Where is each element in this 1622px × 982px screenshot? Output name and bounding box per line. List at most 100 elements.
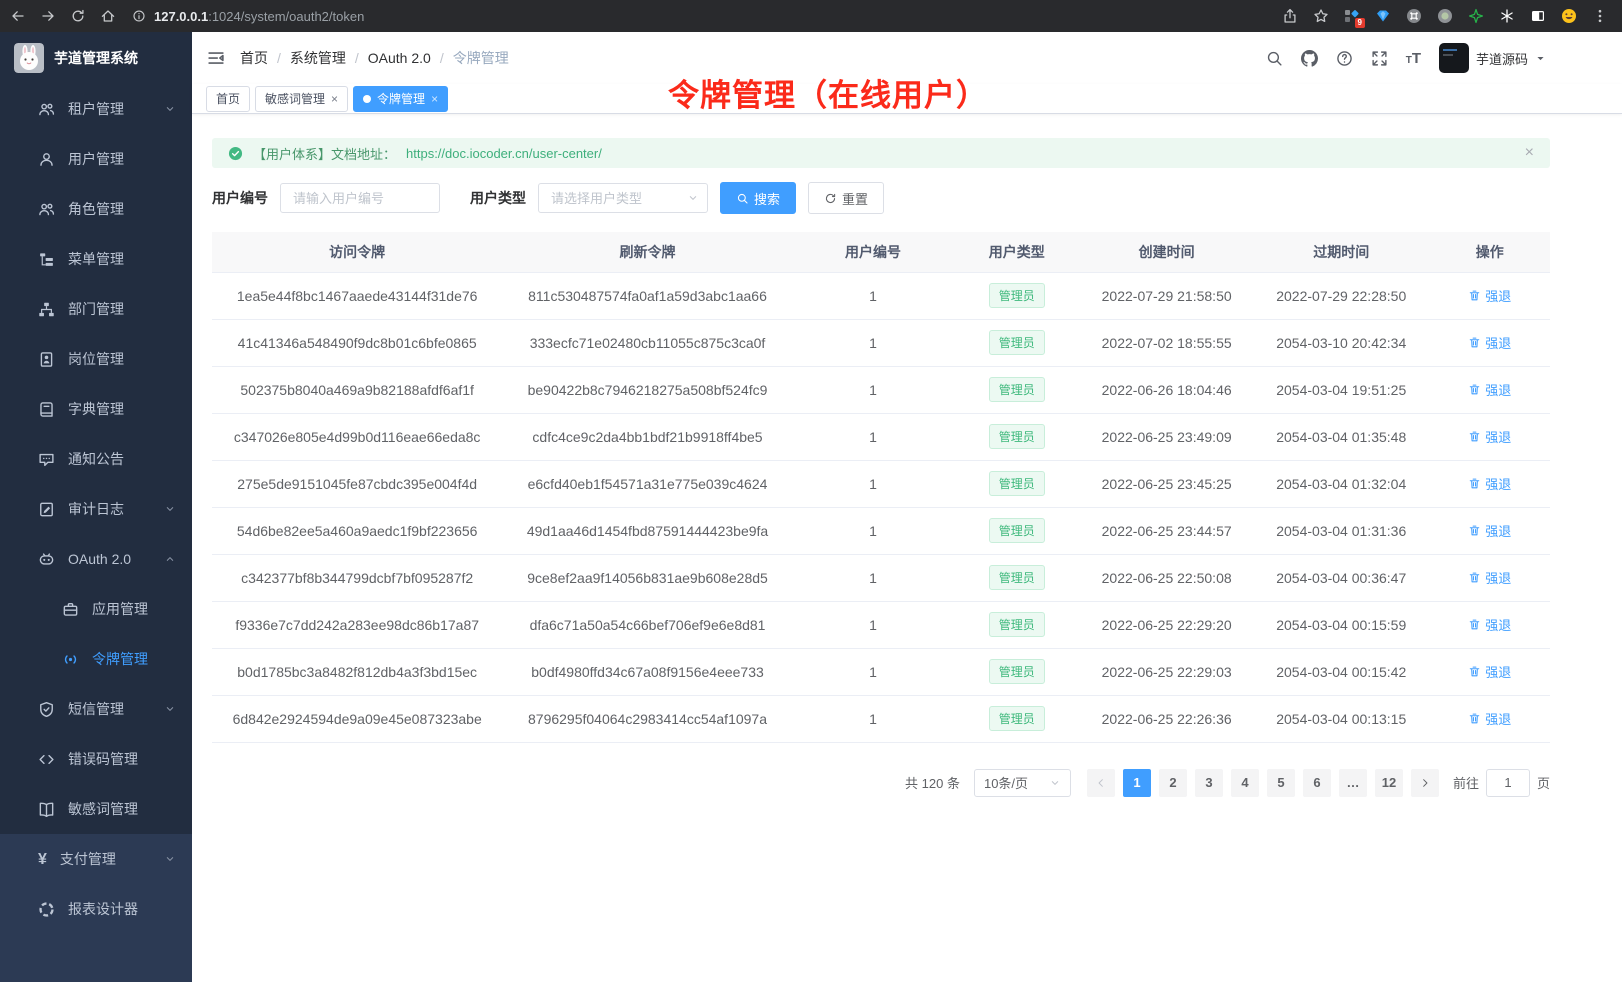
user-type-tag: 管理员 — [989, 283, 1045, 308]
created-time-cell: 2022-06-25 23:44:57 — [1080, 507, 1253, 554]
tab-close-icon[interactable]: × — [331, 93, 338, 105]
page-button-3[interactable]: 3 — [1195, 769, 1223, 797]
font-size-icon[interactable]: TT — [1406, 51, 1421, 66]
browser-nav-buttons — [10, 8, 116, 24]
home-icon[interactable] — [100, 8, 116, 24]
sidebar-item-menu[interactable]: 菜单管理 — [0, 234, 192, 284]
question-icon[interactable] — [1336, 50, 1353, 67]
sidebar-item-report-designer[interactable]: 报表设计器 — [0, 884, 192, 934]
sidebar-item-audit-log[interactable]: 审计日志 — [0, 484, 192, 534]
breadcrumb: 首页/系统管理/OAuth 2.0/令牌管理 — [240, 48, 509, 68]
menu-tree-icon — [38, 251, 55, 268]
sidebar-item-error-code[interactable]: 错误码管理 — [0, 734, 192, 784]
sidebar: 芋道管理系统 租户管理 用户管理 角色管理 菜单管理 部门管理 岗位管理 字典管… — [0, 32, 192, 982]
created-time-cell: 2022-06-25 23:45:25 — [1080, 460, 1253, 507]
force-logout-button[interactable]: 强退 — [1468, 568, 1511, 587]
force-logout-button[interactable]: 强退 — [1468, 333, 1511, 352]
action-cell: 强退 — [1430, 648, 1550, 695]
share-icon[interactable] — [1282, 8, 1298, 24]
gem-icon[interactable] — [1375, 8, 1391, 24]
page-button-6[interactable]: 6 — [1303, 769, 1331, 797]
user-type-select[interactable] — [538, 183, 708, 213]
user-id-input[interactable] — [280, 183, 440, 213]
column-header: 访问令牌 — [212, 232, 502, 272]
force-logout-button[interactable]: 强退 — [1468, 474, 1511, 493]
sidebar-item-dept[interactable]: 部门管理 — [0, 284, 192, 334]
sidebar-item-post[interactable]: 岗位管理 — [0, 334, 192, 384]
sidebar-item-user[interactable]: 用户管理 — [0, 134, 192, 184]
user-menu[interactable]: 芋道源码 — [1439, 43, 1546, 73]
page-button-12[interactable]: 12 — [1375, 769, 1403, 797]
force-logout-button[interactable]: 强退 — [1468, 521, 1511, 540]
force-logout-button[interactable]: 强退 — [1468, 380, 1511, 399]
sidebar-item-oauth2[interactable]: OAuth 2.0 — [0, 534, 192, 584]
robot-icon — [38, 551, 55, 568]
sidebar-item-dict[interactable]: 字典管理 — [0, 384, 192, 434]
force-logout-button[interactable]: 强退 — [1468, 709, 1511, 728]
open-book-icon — [38, 801, 55, 818]
reload-icon[interactable] — [70, 8, 86, 24]
doc-link[interactable]: https://doc.iocoder.cn/user-center/ — [406, 146, 602, 161]
record-icon[interactable] — [1437, 8, 1453, 24]
tab-sensitive-word[interactable]: 敏感词管理 × — [255, 86, 348, 112]
pinwheel-icon[interactable] — [1499, 8, 1515, 24]
user-id-cell: 1 — [793, 366, 954, 413]
user-type-select-input[interactable] — [538, 183, 708, 213]
page-button-2[interactable]: 2 — [1159, 769, 1187, 797]
url-bar[interactable]: 127.0.0.1:1024/system/oauth2/token — [132, 9, 364, 24]
github-icon[interactable] — [1301, 50, 1318, 67]
page-button-4[interactable]: 4 — [1231, 769, 1259, 797]
jump-page-input[interactable] — [1486, 769, 1530, 797]
panel-icon[interactable] — [1530, 8, 1546, 24]
force-logout-button[interactable]: 强退 — [1468, 662, 1511, 681]
fullscreen-icon[interactable] — [1371, 50, 1388, 67]
breadcrumb-item[interactable]: OAuth 2.0 — [368, 50, 431, 66]
force-logout-button[interactable]: 强退 — [1468, 286, 1511, 305]
tab-close-icon[interactable]: × — [431, 93, 438, 105]
kebab-menu-icon[interactable] — [1592, 8, 1608, 24]
sidebar-item-pay[interactable]: ¥ 支付管理 — [0, 834, 192, 884]
breadcrumb-item[interactable]: 系统管理 — [290, 48, 346, 68]
reset-button[interactable]: 重置 — [808, 182, 884, 214]
user-id-label: 用户编号 — [212, 188, 268, 208]
force-logout-button[interactable]: 强退 — [1468, 615, 1511, 634]
breadcrumb-separator: / — [355, 50, 359, 66]
sidebar-item-sensitive-word[interactable]: 敏感词管理 — [0, 784, 192, 834]
search-icon[interactable] — [1266, 50, 1283, 67]
back-icon[interactable] — [10, 8, 26, 24]
breadcrumb-item[interactable]: 首页 — [240, 48, 268, 68]
emoji-icon[interactable] — [1561, 8, 1577, 24]
page-size-select[interactable]: 10条/页 — [974, 769, 1071, 797]
refresh-token-cell: b0df4980ffd34c67a08f9156e4eee733 — [502, 648, 792, 695]
sidebar-item-notice[interactable]: 通知公告 — [0, 434, 192, 484]
search-button[interactable]: 搜索 — [720, 182, 796, 214]
force-logout-button[interactable]: 强退 — [1468, 427, 1511, 446]
sidebar-item-oauth2-token[interactable]: 令牌管理 — [0, 634, 192, 684]
trash-icon — [1468, 665, 1481, 678]
tab-token[interactable]: 令牌管理 × — [353, 86, 448, 112]
app-logo[interactable]: 芋道管理系统 — [0, 32, 192, 84]
report-designer-icon — [38, 901, 55, 918]
next-page-button[interactable] — [1411, 769, 1439, 797]
sidebar-item-role[interactable]: 角色管理 — [0, 184, 192, 234]
page-ellipsis[interactable]: … — [1339, 769, 1367, 797]
username: 芋道源码 — [1476, 49, 1528, 68]
alert-text: 【用户体系】文档地址： — [253, 144, 396, 163]
prev-page-button[interactable] — [1087, 769, 1115, 797]
sidebar-item-tenant[interactable]: 租户管理 — [0, 84, 192, 134]
command-icon[interactable] — [1406, 8, 1422, 24]
sidebar-item-sms[interactable]: 短信管理 — [0, 684, 192, 734]
extensions-icon[interactable]: 9 — [1344, 8, 1360, 24]
sidebar-item-oauth2-app[interactable]: 应用管理 — [0, 584, 192, 634]
page-info-icon[interactable] — [132, 9, 146, 23]
alert-close-icon[interactable]: × — [1525, 145, 1534, 161]
forward-icon[interactable] — [40, 8, 56, 24]
page-button-1[interactable]: 1 — [1123, 769, 1151, 797]
green-star-icon[interactable] — [1468, 8, 1484, 24]
created-time-cell: 2022-07-29 21:58:50 — [1080, 272, 1253, 319]
tab-home[interactable]: 首页 — [206, 86, 250, 112]
star-icon[interactable] — [1313, 8, 1329, 24]
sidebar-collapse-icon[interactable] — [206, 48, 226, 68]
page-button-5[interactable]: 5 — [1267, 769, 1295, 797]
chevron-down-icon — [164, 853, 176, 865]
